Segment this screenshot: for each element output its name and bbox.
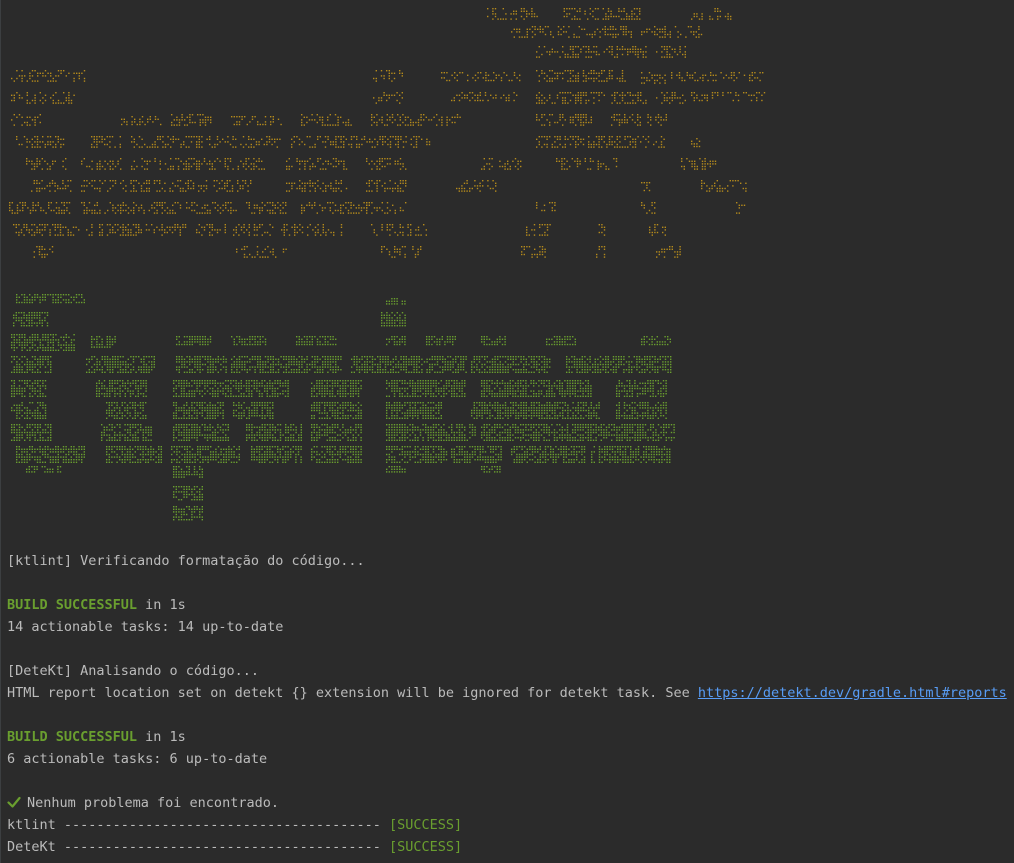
- terminal-output: [ktlint] Verificando formatação do códig…: [0, 0, 1014, 863]
- build-result-line-2: BUILD SUCCESSFUL in 1s: [7, 727, 186, 747]
- build-tasks-line-2: 6 actionable tasks: 6 up-to-date: [7, 751, 268, 767]
- build-tasks-line-1: 14 actionable tasks: 14 up-to-date: [7, 619, 284, 635]
- summary-result: [SUCCESS]: [389, 839, 463, 855]
- detekt-docs-link[interactable]: https://detekt.dev/gradle.html#reports: [698, 685, 1007, 701]
- summary-result: [SUCCESS]: [389, 817, 463, 833]
- summary-row-ktlint: ktlint ---------------------------------…: [7, 815, 462, 835]
- summary-dashes: ---------------------------------------: [63, 839, 390, 855]
- build-time-2: in 1s: [137, 729, 186, 745]
- detekt-start-line: [DeteKt] Analisando o código...: [7, 663, 259, 679]
- build-status-2: BUILD SUCCESSFUL: [7, 729, 138, 745]
- build-status-1: BUILD SUCCESSFUL: [7, 597, 138, 613]
- no-problems-text: Nenhum problema foi encontrado.: [27, 795, 279, 811]
- summary-dashes: ---------------------------------------: [63, 817, 390, 833]
- summary-tool-name: DeteKt: [7, 839, 64, 855]
- build-time-1: in 1s: [137, 597, 186, 613]
- detekt-warning-text: HTML report location set on detekt {} ex…: [7, 685, 698, 701]
- no-problems-line: Nenhum problema foi encontrado.: [7, 793, 279, 813]
- detekt-warning-line: HTML report location set on detekt {} ex…: [7, 683, 1007, 703]
- check-icon: [7, 796, 21, 808]
- summary-tool-name: ktlint: [7, 817, 64, 833]
- ascii-art-banner: [9, 8, 766, 521]
- ktlint-start-line: [ktlint] Verificando formatação do códig…: [7, 553, 365, 569]
- build-result-line-1: BUILD SUCCESSFUL in 1s: [7, 595, 186, 615]
- summary-row-detekt: DeteKt ---------------------------------…: [7, 837, 462, 857]
